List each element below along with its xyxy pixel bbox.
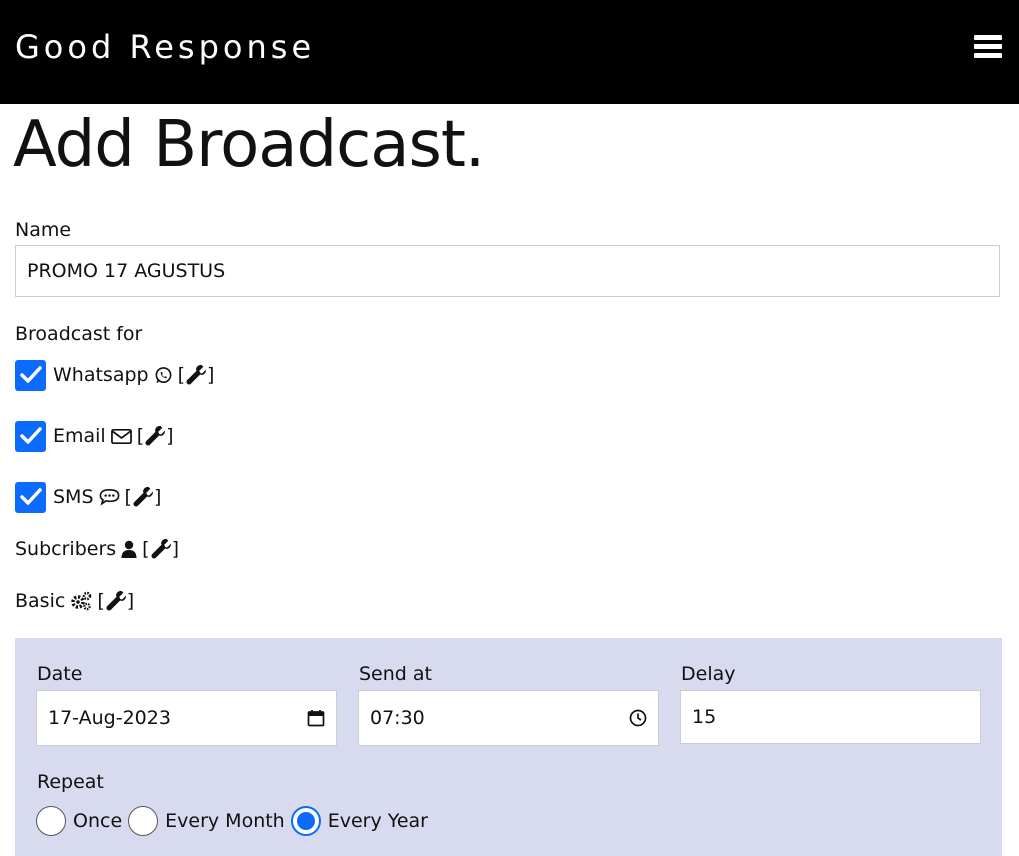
send-at-value: 07:30 (370, 707, 425, 729)
repeat-label: Repeat (37, 771, 104, 793)
wrench-icon (186, 364, 207, 385)
subscribers-section: Subcribers [ ] (15, 538, 179, 560)
top-navbar: Good Response (0, 0, 1019, 104)
user-icon (121, 540, 137, 558)
bracket-close: ] (166, 425, 174, 447)
bracket-close: ] (126, 590, 135, 612)
bracket-open: [ (124, 486, 132, 508)
bracket-open: [ (136, 425, 145, 447)
bracket-close: ] (171, 538, 180, 560)
repeat-every-month-radio[interactable] (128, 806, 159, 836)
repeat-options: Once Every Month Every Year (36, 806, 428, 836)
sms-settings-link[interactable]: [ ] (125, 486, 162, 508)
whatsapp-checkbox[interactable] (15, 359, 46, 391)
channel-sms-row: SMS [ ] (15, 481, 161, 513)
basic-label: Basic (15, 590, 66, 612)
repeat-every-year-radio[interactable] (290, 806, 321, 836)
subscribers-label: Subcribers (15, 538, 117, 560)
channel-email-row: Email [ ] (15, 420, 174, 452)
sms-label: SMS (53, 486, 94, 508)
bracket-open: [ (142, 538, 150, 560)
send-at-input[interactable]: 07:30 (358, 690, 659, 746)
whatsapp-label: Whatsapp (53, 364, 149, 386)
broadcast-for-label: Broadcast for (15, 323, 143, 345)
channel-whatsapp-row: Whatsapp [ ] (15, 359, 214, 391)
sms-bubble-icon (99, 488, 120, 506)
whatsapp-settings-link[interactable]: [ ] (178, 364, 215, 386)
wrench-icon (151, 538, 171, 559)
gears-icon (70, 591, 92, 611)
email-checkbox[interactable] (15, 420, 46, 452)
subscribers-settings-link[interactable]: [ ] (142, 538, 179, 560)
sms-checkbox[interactable] (15, 481, 46, 513)
whatsapp-icon (154, 366, 173, 385)
basic-section: Basic [ ] (15, 590, 134, 612)
hamburger-menu-icon[interactable] (974, 35, 1002, 59)
clock-icon[interactable] (629, 709, 647, 727)
basic-settings-link[interactable]: [ ] (97, 590, 134, 612)
brand-title[interactable]: Good Response (15, 28, 315, 66)
repeat-every-year-label: Every Year (327, 810, 428, 832)
send-at-label: Send at (359, 663, 432, 685)
bracket-open: [ (97, 590, 105, 612)
page-title: Add Broadcast. (13, 108, 485, 182)
delay-label: Delay (681, 663, 736, 685)
date-label: Date (37, 663, 83, 685)
bracket-close: ] (207, 364, 215, 386)
repeat-once-radio[interactable] (36, 806, 66, 836)
repeat-once-label: Once (73, 810, 123, 832)
delay-input[interactable]: 15 (680, 690, 981, 744)
bracket-open: [ (177, 364, 186, 386)
calendar-icon[interactable] (307, 709, 325, 727)
email-label: Email (53, 425, 106, 447)
name-input[interactable] (15, 245, 1000, 297)
date-value: 17-Aug-2023 (48, 707, 171, 729)
schedule-panel: Date 17-Aug-2023 Send at 07:30 Delay 15 … (15, 638, 1002, 856)
wrench-icon (145, 425, 166, 446)
email-settings-link[interactable]: [ ] (137, 425, 174, 447)
bracket-close: ] (153, 486, 162, 508)
envelope-icon (110, 428, 132, 445)
delay-value: 15 (692, 706, 717, 728)
date-input[interactable]: 17-Aug-2023 (36, 690, 337, 746)
name-label: Name (15, 219, 72, 241)
wrench-icon (133, 486, 154, 507)
repeat-every-month-label: Every Month (165, 810, 285, 832)
wrench-icon (106, 590, 126, 611)
